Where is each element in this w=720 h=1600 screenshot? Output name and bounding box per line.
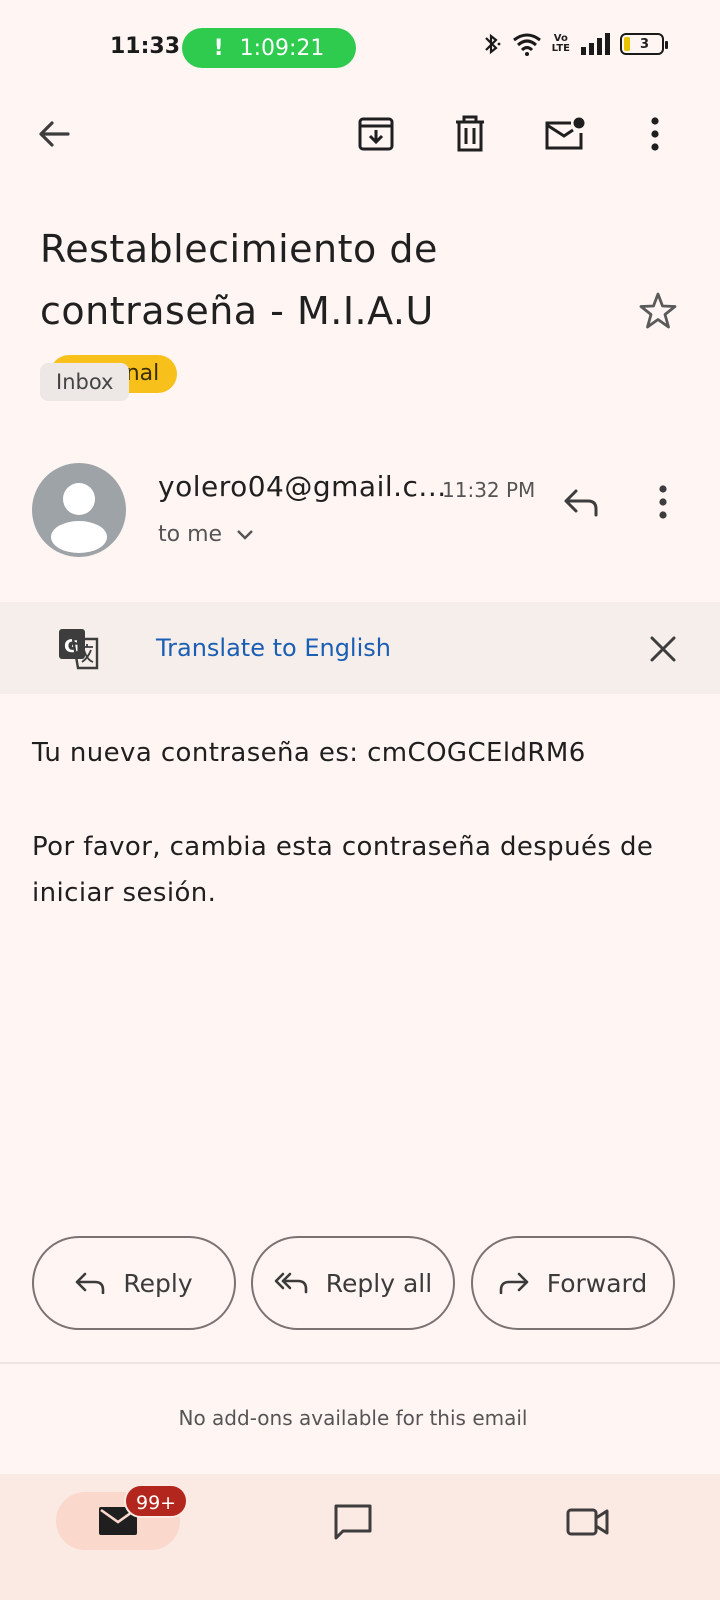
star-icon	[639, 292, 677, 329]
back-arrow-icon	[39, 121, 70, 147]
body-paragraph-1: Tu nueva contraseña es: cmCOGCEldRM6	[32, 738, 586, 768]
forward-label: Forward	[546, 1268, 648, 1298]
recipient-toggle[interactable]: to me	[158, 522, 254, 547]
chevron-down-icon	[237, 529, 253, 540]
archive-button[interactable]	[348, 106, 404, 162]
bluetooth-icon	[484, 33, 501, 55]
more-options-button[interactable]	[627, 106, 683, 162]
person-icon	[51, 483, 107, 553]
delete-button[interactable]	[442, 106, 498, 162]
reply-icon-button[interactable]	[553, 474, 609, 530]
reply-button[interactable]: Reply	[32, 1236, 236, 1330]
sent-time: 11:32 PM	[442, 478, 536, 502]
translate-link[interactable]: Translate to English	[156, 634, 391, 662]
delete-icon	[456, 115, 484, 152]
reply-icon	[76, 1272, 105, 1294]
body-paragraph-2: Por favor, cambia esta contraseña despué…	[32, 832, 654, 908]
status-time: 11:33	[110, 34, 181, 59]
mark-unread-button[interactable]	[536, 106, 592, 162]
battery-level: 3	[640, 36, 650, 52]
forward-icon	[499, 1272, 529, 1294]
volte-label-bottom: LTE	[551, 43, 570, 54]
wifi-icon	[512, 33, 541, 56]
mark-unread-icon	[545, 117, 585, 150]
reply-all-icon	[274, 1272, 308, 1294]
forward-button[interactable]: Forward	[471, 1236, 675, 1330]
label-chip-inbox[interactable]: Inbox	[40, 363, 130, 401]
reply-label: Reply	[123, 1268, 193, 1298]
email-body: Tu nueva contraseña es: cmCOGCEldRM6 Por…	[32, 730, 692, 964]
sender-avatar[interactable]	[32, 463, 126, 557]
divider	[0, 1362, 720, 1364]
translate-icon: G	[58, 628, 100, 674]
recipient-label: to me	[158, 522, 223, 547]
sender-address[interactable]: yolero04@gmail.c...	[158, 470, 447, 503]
signal-icon	[581, 33, 610, 55]
reply-all-label: Reply all	[325, 1268, 433, 1298]
nav-chat[interactable]	[325, 1494, 381, 1550]
nav-meet[interactable]	[560, 1494, 616, 1550]
battery-icon: 3	[620, 33, 668, 55]
volte-icon: Vo LTE	[552, 34, 570, 54]
message-more-button[interactable]	[635, 474, 691, 530]
back-button[interactable]	[26, 106, 82, 162]
chat-icon	[334, 1504, 372, 1540]
reply-icon	[564, 489, 598, 517]
unread-badge: 99+	[124, 1484, 189, 1518]
meet-video-icon	[566, 1508, 609, 1536]
more-vert-icon	[659, 485, 667, 519]
call-indicator: !	[213, 35, 224, 61]
status-icons: Vo LTE 3	[480, 32, 668, 56]
close-translate-button[interactable]	[635, 621, 691, 677]
email-subject: Restablecimiento de contraseña - M.I.A.U	[40, 227, 438, 333]
call-timer: 1:09:21	[239, 35, 325, 61]
close-icon	[650, 636, 676, 662]
more-vert-icon	[651, 117, 659, 151]
reply-all-button[interactable]: Reply all	[251, 1236, 455, 1330]
ongoing-call-pill[interactable]: ! 1:09:21	[182, 28, 356, 68]
addons-notice: No add-ons available for this email	[178, 1406, 528, 1430]
archive-icon	[358, 117, 394, 151]
star-button[interactable]	[630, 283, 686, 339]
